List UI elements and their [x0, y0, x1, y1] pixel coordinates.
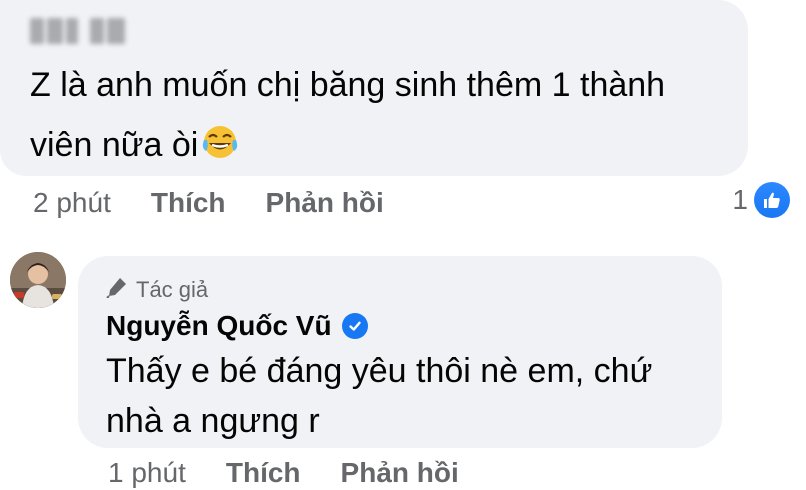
author-name[interactable]: Nguyễn Quốc Vũ — [106, 310, 368, 342]
reply-timestamp[interactable]: 1 phút — [108, 457, 186, 489]
reply-text: Thấy e bé đáng yêu thôi nè em, chứ nhà a… — [106, 352, 653, 440]
comment-text: Z là anh muốn chị băng sinh thêm 1 thành… — [30, 55, 730, 179]
comment-timestamp[interactable]: 2 phút — [33, 187, 111, 219]
comment-bubble: Z là anh muốn chị băng sinh thêm 1 thành… — [0, 0, 748, 176]
reply-button[interactable]: Phản hồi — [266, 187, 384, 219]
blurred-commenter-name — [30, 18, 125, 44]
author-badge: Tác giả — [106, 276, 208, 304]
like-icon — [754, 182, 790, 218]
pen-icon — [106, 276, 128, 304]
like-button[interactable]: Thích — [151, 187, 226, 219]
reply-actions: 1 phút Thích Phản hồi — [108, 456, 459, 490]
comment-actions: 2 phút Thích Phản hồi — [33, 186, 384, 220]
laughing-tears-emoji-icon — [200, 119, 240, 179]
reply-bubble: Tác giả Nguyễn Quốc Vũ Thấy e bé đáng yê… — [78, 256, 722, 448]
avatar[interactable] — [10, 252, 66, 308]
like-button[interactable]: Thích — [226, 457, 301, 489]
reply-button[interactable]: Phản hồi — [341, 457, 459, 489]
reaction-count: 1 — [732, 184, 748, 215]
reaction-summary[interactable]: 1 — [732, 182, 790, 218]
verified-check-icon — [341, 313, 368, 339]
